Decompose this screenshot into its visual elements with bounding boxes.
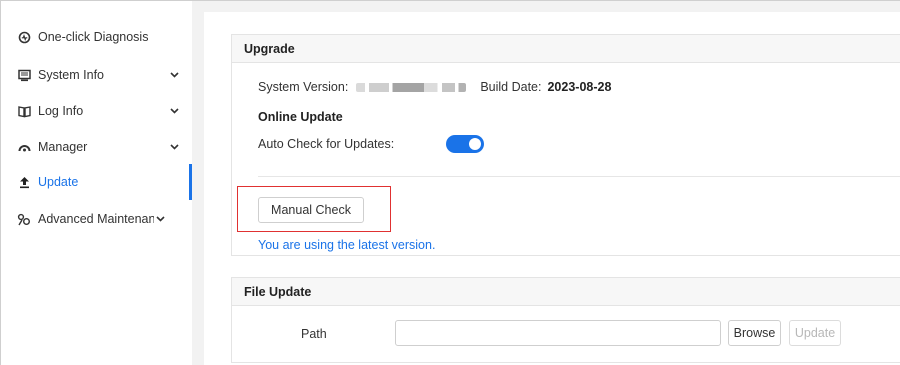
gauge-icon [17,140,31,154]
sidebar-item-label: Update [38,175,79,189]
file-update-panel: File Update Path Browse Update [231,277,900,363]
sidebar-item-log-info[interactable]: Log Info [1,93,192,129]
toggle-knob [469,138,482,150]
maintenance-icon [17,212,31,226]
auto-check-row: Auto Check for Updates: [258,135,485,153]
path-input[interactable] [395,320,721,346]
sidebar-item-one-click-diagnosis[interactable]: One-click Diagnosis [1,19,192,55]
sidebar-item-manager[interactable]: Manager [1,129,192,165]
chevron-down-icon[interactable] [168,69,180,81]
sidebar: One-click Diagnosis System Info Log Info… [1,1,192,365]
sidebar-item-label: Manager [38,140,88,154]
chevron-down-icon[interactable] [168,141,180,153]
sidebar-item-label: Log Info [38,104,84,118]
diagnosis-icon [17,30,31,44]
upgrade-title: Upgrade [232,35,900,63]
file-update-title: File Update [232,278,900,306]
system-version-label: System Version: [258,80,349,94]
upgrade-panel: Upgrade System Version: Build Date: 2023… [231,34,900,256]
section-divider [258,176,900,177]
status-message: You are using the latest version. [258,238,436,252]
upload-icon [17,175,31,189]
active-indicator [189,164,192,200]
main-content: Upgrade System Version: Build Date: 2023… [204,12,900,365]
system-version-row: System Version: Build Date: 2023-08-28 [258,80,611,94]
sidebar-item-system-info[interactable]: System Info [1,57,192,93]
sidebar-item-label: Advanced Maintenan... [38,212,154,226]
path-label: Path [301,327,327,341]
sidebar-item-label: One-click Diagnosis [38,30,149,44]
browse-button[interactable]: Browse [728,320,781,346]
sidebar-item-update[interactable]: Update [1,164,192,200]
manual-check-button[interactable]: Manual Check [258,197,364,223]
update-button[interactable]: Update [789,320,841,346]
system-version-value-redacted [356,82,467,92]
chevron-down-icon[interactable] [168,105,180,117]
auto-check-label: Auto Check for Updates: [258,137,395,151]
build-date-value: 2023-08-28 [547,80,612,94]
sidebar-item-advanced-maintenance[interactable]: Advanced Maintenan... [1,201,192,237]
online-update-title: Online Update [258,110,343,124]
build-date-label: Build Date: [480,80,542,94]
chevron-down-icon[interactable] [154,213,166,225]
monitor-icon [17,68,31,82]
book-icon [17,104,31,118]
sidebar-item-label: System Info [38,68,104,82]
auto-check-toggle[interactable] [446,135,485,153]
